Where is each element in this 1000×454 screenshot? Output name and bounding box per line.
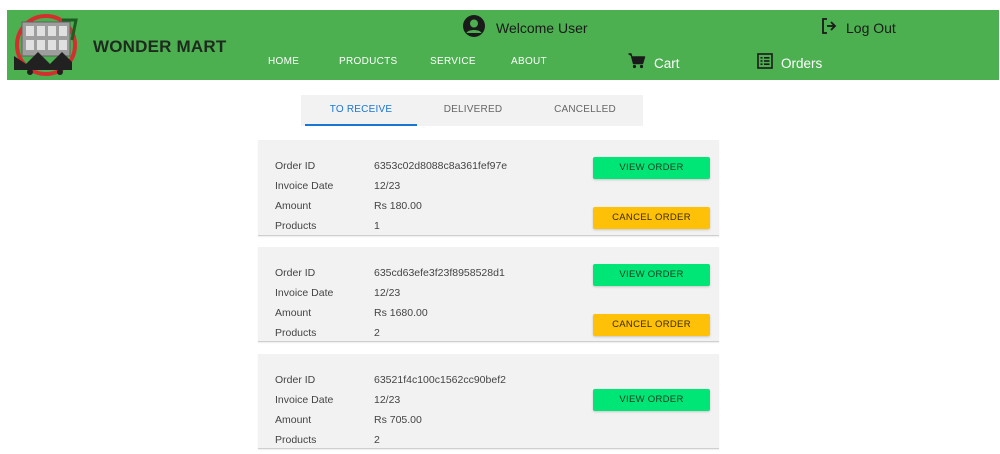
- view-order-button[interactable]: VIEW ORDER: [593, 389, 710, 411]
- cart-label: Cart: [654, 56, 680, 71]
- brand-name: WONDER MART: [93, 37, 227, 56]
- order-id-value: 63521f4c100c1562cc90bef2: [374, 374, 506, 386]
- invoice-date-label: Invoice Date: [275, 287, 334, 299]
- orders-list-icon: [757, 53, 773, 74]
- amount-label: Amount: [275, 414, 312, 426]
- order-status-tabs: TO RECEIVE DELIVERED CANCELLED: [301, 95, 643, 126]
- tab-delivered[interactable]: DELIVERED: [417, 95, 529, 126]
- account-circle-icon: [462, 14, 486, 43]
- cancel-order-button[interactable]: CANCEL ORDER: [593, 314, 710, 336]
- amount-value: Rs 1680.00: [374, 307, 428, 319]
- order-card: Order ID 63521f4c100c1562cc90bef2 Invoic…: [258, 354, 719, 449]
- welcome-greeting: Welcome User: [462, 14, 588, 43]
- products-label: Products: [275, 327, 317, 339]
- amount-value: Rs 705.00: [374, 414, 422, 426]
- order-id-value: 6353c02d8088c8a361fef97e: [374, 160, 508, 172]
- logout-icon: [820, 17, 838, 40]
- tab-to-receive[interactable]: TO RECEIVE: [305, 95, 417, 126]
- order-card: Order ID 635cd63efe3f23f8958528d1 Invoic…: [258, 247, 719, 342]
- order-id-label: Order ID: [275, 374, 316, 386]
- nav-products[interactable]: PRODUCTS: [339, 56, 398, 67]
- order-id-label: Order ID: [275, 160, 316, 172]
- products-value: 1: [374, 220, 380, 232]
- invoice-date-label: Invoice Date: [275, 394, 334, 406]
- cancel-order-button[interactable]: CANCEL ORDER: [593, 207, 710, 229]
- invoice-date-value: 12/23: [374, 287, 401, 299]
- cart-icon: [628, 53, 646, 74]
- invoice-date-label: Invoice Date: [275, 180, 334, 192]
- view-order-button[interactable]: VIEW ORDER: [593, 157, 710, 179]
- products-label: Products: [275, 220, 317, 232]
- invoice-date-value: 12/23: [374, 180, 401, 192]
- products-value: 2: [374, 327, 380, 339]
- orders-label: Orders: [781, 56, 823, 71]
- products-value: 2: [374, 434, 380, 446]
- logout-button[interactable]: Log Out: [820, 17, 896, 40]
- amount-label: Amount: [275, 307, 312, 319]
- products-label: Products: [275, 434, 317, 446]
- amount-label: Amount: [275, 200, 312, 212]
- order-card: Order ID 6353c02d8088c8a361fef97e Invoic…: [258, 140, 719, 236]
- nav-about[interactable]: ABOUT: [511, 56, 547, 67]
- view-order-button[interactable]: VIEW ORDER: [593, 264, 710, 286]
- welcome-text: Welcome User: [496, 20, 588, 36]
- order-id-label: Order ID: [275, 267, 316, 279]
- nav-service[interactable]: SERVICE: [430, 56, 476, 67]
- top-header: WONDER MART Welcome User Log Out HOME PR…: [7, 10, 999, 80]
- wonder-mart-logo[interactable]: [10, 12, 90, 78]
- order-id-value: 635cd63efe3f23f8958528d1: [374, 267, 505, 279]
- logout-label: Log Out: [846, 20, 896, 36]
- tab-cancelled[interactable]: CANCELLED: [529, 95, 641, 126]
- amount-value: Rs 180.00: [374, 200, 422, 212]
- invoice-date-value: 12/23: [374, 394, 401, 406]
- nav-orders[interactable]: Orders: [757, 53, 822, 74]
- nav-cart[interactable]: Cart: [628, 53, 680, 74]
- nav-home[interactable]: HOME: [268, 56, 299, 67]
